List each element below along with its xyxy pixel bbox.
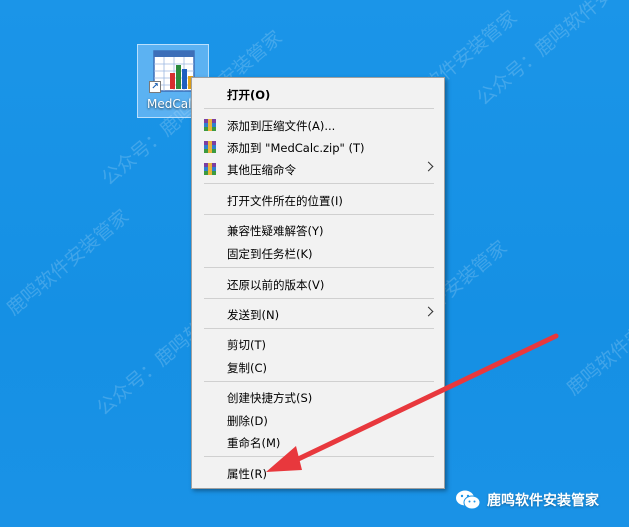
menu-item-label: 删除(D) — [227, 414, 268, 428]
menu-item-label: 创建快捷方式(S) — [227, 391, 313, 405]
menu-item-compat-troubleshoot[interactable]: 兼容性疑难解答(Y) — [192, 219, 444, 241]
menu-item-pin-taskbar[interactable]: 固定到任务栏(K) — [192, 242, 444, 264]
menu-item-label: 重命名(M) — [227, 436, 281, 450]
menu-item-restore-versions[interactable]: 还原以前的版本(V) — [192, 273, 444, 295]
shortcut-arrow-icon: ↗ — [149, 81, 161, 93]
brand-badge: 鹿鸣软件安装管家 — [455, 485, 599, 515]
menu-item-open[interactable]: 打开(O) — [192, 83, 444, 105]
wechat-icon — [456, 490, 481, 510]
menu-separator — [204, 214, 434, 215]
menu-item-rename[interactable]: 重命名(M) — [192, 431, 444, 453]
menu-item-label: 添加到压缩文件(A)... — [227, 119, 336, 133]
menu-separator — [204, 328, 434, 329]
menu-item-label: 属性(R) — [227, 467, 267, 481]
menu-item-cut[interactable]: 剪切(T) — [192, 333, 444, 355]
menu-item-other-compress[interactable]: 其他压缩命令 — [192, 158, 444, 180]
menu-separator — [204, 298, 434, 299]
menu-item-label: 打开(O) — [227, 88, 271, 102]
menu-item-send-to[interactable]: 发送到(N) — [192, 303, 444, 325]
menu-separator — [204, 267, 434, 268]
menu-item-properties[interactable]: 属性(R) — [192, 462, 444, 484]
menu-item-label: 打开文件所在的位置(I) — [227, 194, 343, 208]
menu-item-add-to-archive[interactable]: 添加到压缩文件(A)... — [192, 114, 444, 136]
menu-item-label: 剪切(T) — [227, 338, 266, 352]
menu-item-add-to-zip[interactable]: 添加到 "MedCalc.zip" (T) — [192, 136, 444, 158]
context-menu: 打开(O) 添加到压缩文件(A)... 添加到 "MedCalc.zip" (T… — [191, 77, 445, 489]
menu-item-label: 发送到(N) — [227, 308, 280, 322]
winrar-icon — [204, 119, 216, 131]
menu-item-label: 兼容性疑难解答(Y) — [227, 224, 324, 238]
menu-item-label: 其他压缩命令 — [227, 163, 296, 177]
brand-badge-label: 鹿鸣软件安装管家 — [487, 493, 599, 509]
menu-item-label: 固定到任务栏(K) — [227, 247, 313, 261]
winrar-icon — [204, 163, 216, 175]
menu-separator — [204, 183, 434, 184]
menu-separator — [204, 108, 434, 109]
menu-item-label: 还原以前的版本(V) — [227, 278, 325, 292]
menu-item-label: 复制(C) — [227, 361, 268, 375]
menu-item-copy[interactable]: 复制(C) — [192, 356, 444, 378]
winrar-icon — [204, 141, 216, 153]
chevron-right-icon — [423, 306, 434, 317]
menu-separator — [204, 456, 434, 457]
menu-item-label: 添加到 "MedCalc.zip" (T) — [227, 141, 365, 155]
menu-separator — [204, 381, 434, 382]
chevron-right-icon — [423, 161, 434, 172]
menu-item-delete[interactable]: 删除(D) — [192, 409, 444, 431]
menu-item-open-file-location[interactable]: 打开文件所在的位置(I) — [192, 189, 444, 211]
menu-item-create-shortcut[interactable]: 创建快捷方式(S) — [192, 386, 444, 408]
